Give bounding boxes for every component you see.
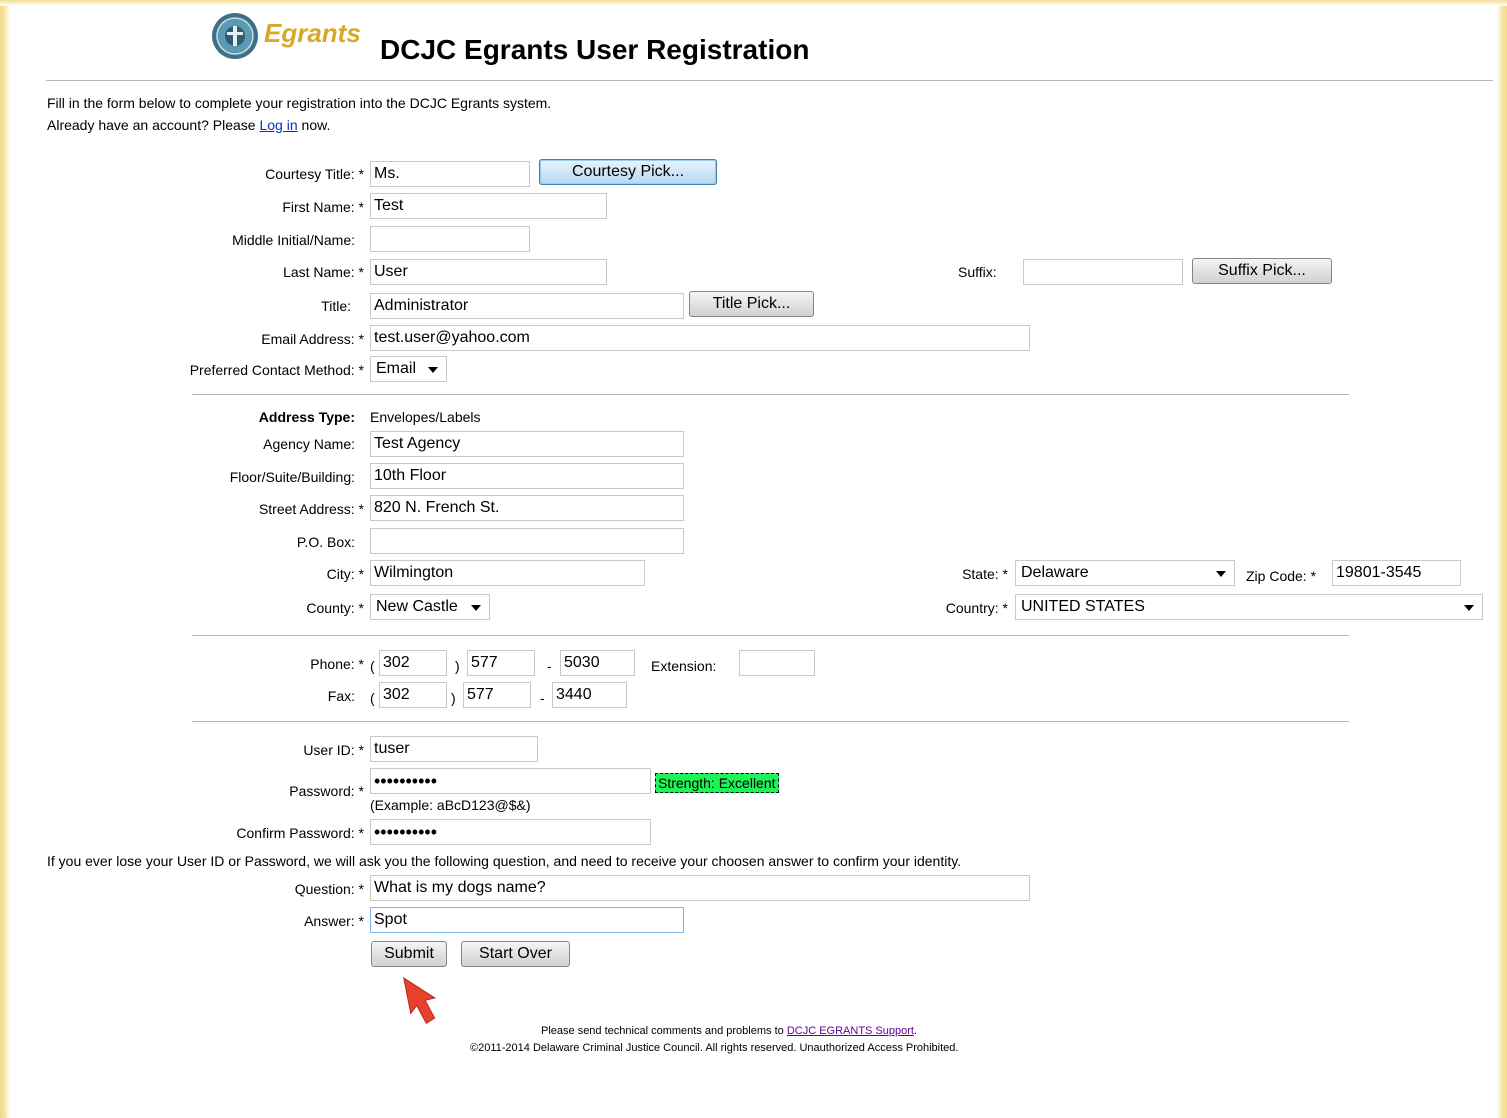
fax-paren-open: ( — [370, 690, 375, 706]
last-name-input[interactable]: User — [370, 259, 607, 285]
seal-icon — [212, 13, 258, 59]
courtesy-title-label: Courtesy Title: * — [265, 166, 364, 182]
county-value: New Castle — [376, 598, 458, 615]
floor-label: Floor/Suite/Building: — [229, 469, 355, 485]
fax-prefix-input[interactable]: 577 — [463, 682, 531, 708]
zip-input[interactable]: 19801-3545 — [1332, 560, 1461, 586]
page-title: DCJC Egrants User Registration — [380, 34, 810, 65]
email-input[interactable]: test.user@yahoo.com — [370, 325, 1030, 351]
section-divider-1 — [192, 394, 1349, 395]
answer-label: Answer: * — [304, 913, 364, 929]
extension-input[interactable] — [739, 650, 815, 676]
dropdown-arrow-icon — [1216, 571, 1226, 577]
po-box-input[interactable] — [370, 528, 684, 554]
last-name-label: Last Name: * — [283, 264, 364, 280]
dropdown-arrow-icon — [471, 605, 481, 611]
po-box-label: P.O. Box: — [296, 534, 355, 550]
question-input[interactable]: What is my dogs name? — [370, 875, 1030, 901]
middle-name-input[interactable] — [370, 226, 530, 252]
answer-input[interactable]: Spot — [370, 907, 684, 933]
footer-text-end: . — [913, 1025, 918, 1037]
section-divider-2 — [192, 635, 1349, 636]
suffix-label: Suffix: — [958, 264, 997, 280]
title-input[interactable]: Administrator — [370, 293, 684, 319]
intro-text: Already have an account? Please — [47, 117, 260, 133]
phone-area-input[interactable]: 302 — [379, 650, 447, 676]
state-value: Delaware — [1021, 564, 1089, 581]
extension-label: Extension: — [651, 658, 717, 674]
courtesy-title-input[interactable]: Ms. — [370, 161, 530, 187]
state-select[interactable]: Delaware — [1015, 560, 1235, 586]
fax-area-input[interactable]: 302 — [379, 682, 447, 708]
footer-copyright: ©2011-2014 Delaware Criminal Justice Cou… — [470, 1042, 959, 1054]
confirm-password-label: Confirm Password: * — [236, 825, 364, 841]
county-label: County: * — [306, 600, 364, 616]
phone-line-input[interactable]: 5030 — [560, 650, 635, 676]
country-label: Country: * — [945, 600, 1008, 616]
user-id-label: User ID: * — [303, 742, 364, 758]
user-id-input[interactable]: tuser — [370, 736, 538, 762]
courtesy-pick-button[interactable]: Courtesy Pick... — [539, 159, 717, 185]
support-link[interactable]: DCJC EGRANTS Support — [787, 1025, 914, 1037]
login-link[interactable]: Log in — [259, 117, 297, 133]
street-input[interactable]: 820 N. French St. — [370, 495, 684, 521]
email-label: Email Address: * — [261, 331, 364, 347]
section-divider-3 — [192, 721, 1349, 722]
dropdown-arrow-icon — [1464, 605, 1474, 611]
fax-dash: - — [540, 690, 545, 706]
state-label: State: * — [962, 566, 1008, 582]
logo: Egrants — [210, 12, 361, 60]
suffix-pick-button[interactable]: Suffix Pick... — [1192, 258, 1332, 284]
intro-text-end: now. — [297, 117, 331, 133]
zip-label: Zip Code: * — [1246, 568, 1317, 584]
suffix-input[interactable] — [1023, 259, 1183, 285]
address-type-label: Address Type: — [258, 409, 355, 425]
security-note: If you ever lose your User ID or Passwor… — [47, 853, 962, 869]
floor-input[interactable]: 10th Floor — [370, 463, 684, 489]
password-input[interactable]: •••••••••• — [370, 768, 651, 794]
top-border — [0, 0, 1507, 6]
dropdown-arrow-icon — [428, 367, 438, 373]
phone-label: Phone: * — [310, 656, 364, 672]
first-name-label: First Name: * — [282, 199, 364, 215]
phone-prefix-input[interactable]: 577 — [467, 650, 535, 676]
street-label: Street Address: * — [258, 501, 364, 517]
fax-label: Fax: — [327, 688, 355, 704]
footer-text: Please send technical comments and probl… — [541, 1025, 787, 1037]
city-label: City: * — [326, 566, 364, 582]
agency-name-label: Agency Name: — [263, 436, 355, 452]
city-input[interactable]: Wilmington — [370, 560, 645, 586]
footer-line-1: Please send technical comments and probl… — [541, 1025, 917, 1037]
red-arrow-icon — [403, 976, 437, 1025]
country-select[interactable]: UNITED STATES — [1015, 594, 1483, 620]
first-name-input[interactable]: Test — [370, 193, 607, 219]
middle-name-label: Middle Initial/Name: — [232, 232, 355, 248]
password-label: Password: * — [289, 783, 364, 799]
confirm-password-input[interactable]: •••••••••• — [370, 819, 651, 845]
phone-paren-close: ) — [455, 658, 460, 674]
start-over-button[interactable]: Start Over — [461, 941, 570, 967]
title-label: Title: — [321, 298, 351, 314]
submit-button[interactable]: Submit — [371, 941, 447, 967]
agency-name-input[interactable]: Test Agency — [370, 431, 684, 457]
logo-text: Egrants — [264, 18, 361, 48]
password-strength-badge: Strength: Excellent — [655, 773, 779, 793]
contact-method-label: Preferred Contact Method: * — [189, 362, 364, 378]
intro-line-1: Fill in the form below to complete your … — [47, 95, 552, 111]
password-example: (Example: aBcD123@$&) — [370, 797, 531, 813]
county-select[interactable]: New Castle — [370, 594, 490, 620]
phone-dash: - — [547, 658, 552, 674]
fax-line-input[interactable]: 3440 — [552, 682, 627, 708]
contact-method-value: Email — [376, 360, 417, 377]
country-value: UNITED STATES — [1021, 598, 1145, 615]
address-type-value: Envelopes/Labels — [370, 409, 481, 425]
contact-method-select[interactable]: Email — [370, 356, 447, 382]
fax-paren-close: ) — [451, 690, 456, 706]
question-label: Question: * — [294, 881, 364, 897]
phone-paren-open: ( — [370, 658, 375, 674]
intro-line-2: Already have an account? Please Log in n… — [47, 117, 330, 133]
title-pick-button[interactable]: Title Pick... — [689, 291, 814, 317]
header-divider — [46, 80, 1493, 81]
